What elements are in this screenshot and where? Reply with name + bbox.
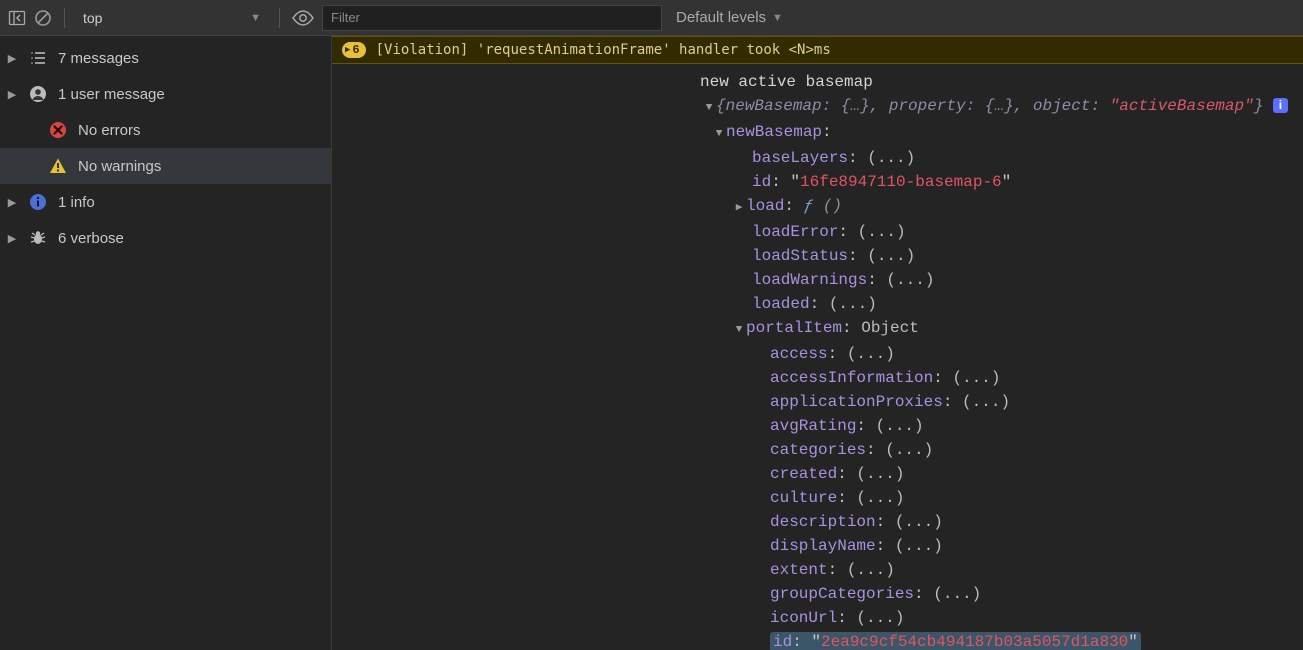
log-title: new active basemap — [332, 70, 1303, 94]
filter-input[interactable] — [322, 5, 662, 31]
chevron-down-icon: ▼ — [250, 12, 261, 24]
tree-row[interactable]: iconUrl: (...) — [332, 606, 1303, 630]
tree-row[interactable]: loaded: (...) — [332, 292, 1303, 316]
sidebar-item-label: No errors — [78, 122, 141, 139]
sidebar-item[interactable]: No warnings — [0, 148, 331, 184]
context-selector[interactable]: top ▼ — [77, 8, 267, 28]
tree-row[interactable]: culture: (...) — [332, 486, 1303, 510]
warning-icon — [48, 156, 68, 176]
expand-arrow-icon[interactable]: ▼ — [702, 96, 716, 120]
user-icon — [28, 84, 48, 104]
expand-arrow-icon[interactable]: ▶ — [6, 232, 18, 245]
error-icon — [48, 120, 68, 140]
chevron-down-icon: ▼ — [772, 12, 783, 24]
clear-console-icon[interactable] — [34, 9, 52, 27]
expand-arrow-icon[interactable]: ▶ — [732, 196, 746, 220]
tree-row-highlighted[interactable]: id: "2ea9c9cf54cb494187b03a5057d1a830" — [332, 630, 1303, 650]
tree-row[interactable]: loadWarnings: (...) — [332, 268, 1303, 292]
tree-row[interactable]: id: "16fe8947110-basemap-6" — [332, 170, 1303, 194]
info-icon — [28, 192, 48, 212]
bug-icon — [28, 228, 48, 248]
sidebar-item-label: 1 info — [58, 194, 95, 211]
sidebar-item[interactable]: ▶ 6 verbose — [0, 220, 331, 256]
tree-row[interactable]: accessInformation: (...) — [332, 366, 1303, 390]
tree-row[interactable]: groupCategories: (...) — [332, 582, 1303, 606]
expand-arrow-icon[interactable]: ▶ — [6, 52, 18, 65]
tree-row[interactable]: baseLayers: (...) — [332, 146, 1303, 170]
tree-row[interactable]: avgRating: (...) — [332, 414, 1303, 438]
tree-row[interactable]: displayName: (...) — [332, 534, 1303, 558]
tree-row[interactable]: ▶load: ƒ () — [332, 194, 1303, 220]
expand-arrow-icon[interactable]: ▼ — [712, 122, 726, 146]
sidebar-item-label: 6 verbose — [58, 230, 124, 247]
tree-row[interactable]: created: (...) — [332, 462, 1303, 486]
tree-row[interactable]: applicationProxies: (...) — [332, 390, 1303, 414]
tree-row[interactable]: access: (...) — [332, 342, 1303, 366]
console-sidebar: ▶ 7 messages ▶ 1 user message No errors No wa… — [0, 36, 332, 650]
eye-icon[interactable] — [292, 10, 314, 26]
log-levels-selector[interactable]: Default levels ▼ — [670, 9, 789, 26]
tree-row[interactable]: ▼newBasemap: — [332, 120, 1303, 146]
warning-count-badge: ▶ 6 — [342, 42, 366, 58]
context-label: top — [83, 10, 102, 26]
sidebar-item-label: No warnings — [78, 158, 161, 175]
expand-arrow-icon[interactable]: ▼ — [732, 318, 746, 342]
sidebar-item-label: 7 messages — [58, 50, 139, 67]
log-entry: new active basemap ▼{newBasemap: {…}, pr… — [332, 64, 1303, 650]
info-badge-icon[interactable]: i — [1273, 98, 1288, 113]
toolbar-divider — [64, 8, 65, 28]
warning-row[interactable]: ▶ 6 [Violation] 'requestAnimationFrame' … — [332, 36, 1303, 64]
tree-row[interactable]: loadError: (...) — [332, 220, 1303, 244]
sidebar-item[interactable]: ▶ 1 user message — [0, 76, 331, 112]
sidebar-item[interactable]: ▶ 1 info — [0, 184, 331, 220]
log-object-summary[interactable]: ▼{newBasemap: {…}, property: {…}, object… — [332, 94, 1303, 120]
tree-row[interactable]: loadStatus: (...) — [332, 244, 1303, 268]
tree-row[interactable]: categories: (...) — [332, 438, 1303, 462]
console-toolbar: top ▼ Default levels ▼ — [0, 0, 1303, 36]
list-icon — [28, 48, 48, 68]
expand-arrow-icon[interactable]: ▶ — [6, 196, 18, 209]
sidebar-item[interactable]: ▶ 7 messages — [0, 40, 331, 76]
toolbar-divider — [279, 8, 280, 28]
levels-label: Default levels — [676, 9, 766, 26]
toggle-sidebar-icon[interactable] — [8, 9, 26, 27]
tree-row[interactable]: description: (...) — [332, 510, 1303, 534]
tree-row[interactable]: ▼portalItem: Object — [332, 316, 1303, 342]
console-output: ▶ 6 [Violation] 'requestAnimationFrame' … — [332, 36, 1303, 650]
sidebar-item-label: 1 user message — [58, 86, 165, 103]
sidebar-item[interactable]: No errors — [0, 112, 331, 148]
expand-arrow-icon[interactable]: ▶ — [6, 88, 18, 101]
tree-row[interactable]: extent: (...) — [332, 558, 1303, 582]
warning-message: [Violation] 'requestAnimationFrame' hand… — [376, 42, 831, 58]
